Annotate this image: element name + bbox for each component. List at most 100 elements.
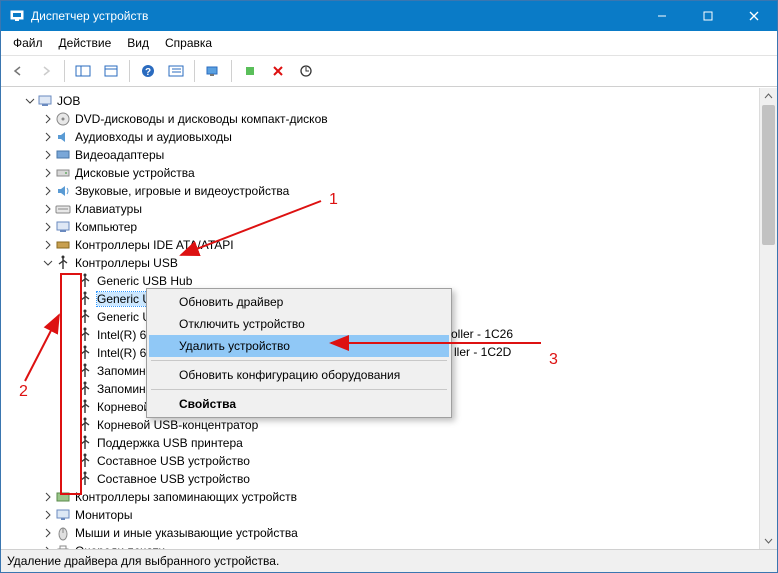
tree-item-usb-device[interactable]: Корневой USB-концентратор (1, 416, 759, 434)
properties-button[interactable] (98, 58, 124, 84)
collapse-icon[interactable] (41, 258, 55, 268)
expand-icon[interactable] (41, 546, 55, 549)
expand-icon[interactable] (41, 240, 55, 250)
tree-category-ide[interactable]: Контроллеры IDE ATA/ATAPI (1, 236, 759, 254)
scroll-thumb[interactable] (762, 105, 775, 245)
tree-root[interactable]: JOB (1, 92, 759, 110)
tree-category-video[interactable]: Видеоадаптеры (1, 146, 759, 164)
scroll-down-button[interactable] (760, 532, 777, 549)
expand-icon[interactable] (41, 168, 55, 178)
expand-icon[interactable] (41, 492, 55, 502)
expand-icon[interactable] (41, 528, 55, 538)
collapse-icon[interactable] (23, 96, 37, 106)
tree-category-usb[interactable]: Контроллеры USB (1, 254, 759, 272)
disk-drive-icon (55, 165, 71, 181)
usb-device-icon (77, 453, 93, 469)
close-button[interactable] (731, 1, 777, 31)
context-properties-label: Свойства (179, 397, 236, 411)
context-separator (151, 389, 447, 390)
display-adapter-icon (55, 147, 71, 163)
usb-device-icon (77, 327, 93, 343)
tree-category-keyboard[interactable]: Клавиатуры (1, 200, 759, 218)
usb-icon (55, 255, 71, 271)
tree-category-computer[interactable]: Компьютер (1, 218, 759, 236)
tree-category-mouse[interactable]: Мыши и иные указывающие устройства (1, 524, 759, 542)
keyboard-icon (55, 201, 71, 217)
scan-hardware-button[interactable] (200, 58, 226, 84)
sound-icon (55, 183, 71, 199)
tree-label: Видеоадаптеры (75, 148, 164, 162)
update-driver-button[interactable] (293, 58, 319, 84)
expand-icon[interactable] (41, 222, 55, 232)
tree-label: JOB (57, 94, 80, 108)
tree-label: Мыши и иные указывающие устройства (75, 526, 298, 540)
tree-category-storage[interactable]: Контроллеры запоминающих устройств (1, 488, 759, 506)
toolbar-separator (64, 60, 65, 82)
expand-icon[interactable] (41, 204, 55, 214)
ide-controller-icon (55, 237, 71, 253)
context-scan-hardware[interactable]: Обновить конфигурацию оборудования (149, 364, 449, 386)
tree-label: Звуковые, игровые и видеоустройства (75, 184, 289, 198)
tree-label: Компьютер (75, 220, 137, 234)
menu-view[interactable]: Вид (119, 34, 157, 52)
details-button[interactable] (163, 58, 189, 84)
tree-category-dvd[interactable]: DVD-дисководы и дисководы компакт-дисков (1, 110, 759, 128)
usb-device-icon (77, 363, 93, 379)
scroll-track[interactable] (760, 105, 777, 532)
usb-device-icon (77, 471, 93, 487)
expand-icon[interactable] (41, 150, 55, 160)
expand-icon[interactable] (41, 114, 55, 124)
tree-label: Generic USB Hub (97, 274, 192, 288)
help-button[interactable]: ? (135, 58, 161, 84)
tree-label: Контроллеры USB (75, 256, 178, 270)
usb-device-icon (77, 417, 93, 433)
tree-category-disk[interactable]: Дисковые устройства (1, 164, 759, 182)
context-separator (151, 360, 447, 361)
expand-icon[interactable] (41, 510, 55, 520)
expand-icon[interactable] (41, 186, 55, 196)
expand-icon[interactable] (41, 132, 55, 142)
context-update-driver[interactable]: Обновить драйвер (149, 291, 449, 313)
printer-icon (55, 543, 71, 549)
menu-action[interactable]: Действие (51, 34, 120, 52)
tree-category-monitor[interactable]: Мониторы (1, 506, 759, 524)
vertical-scrollbar[interactable] (759, 88, 777, 549)
usb-device-icon (77, 381, 93, 397)
tree-label: Аудиовходы и аудиовыходы (75, 130, 232, 144)
tree-category-audio[interactable]: Аудиовходы и аудиовыходы (1, 128, 759, 146)
usb-device-icon (77, 345, 93, 361)
toolbar-separator (129, 60, 130, 82)
context-disable-device[interactable]: Отключить устройство (149, 313, 449, 335)
back-button[interactable] (5, 58, 31, 84)
disc-icon (55, 111, 71, 127)
enable-button[interactable] (237, 58, 263, 84)
window-title: Диспетчер устройств (31, 9, 639, 23)
usb-device-icon (77, 273, 93, 289)
forward-button[interactable] (33, 58, 59, 84)
tree-item-usb-device[interactable]: Составное USB устройство (1, 452, 759, 470)
tree-label: Составное USB устройство (97, 454, 250, 468)
tree-label: Контроллеры запоминающих устройств (75, 490, 297, 504)
scroll-up-button[interactable] (760, 88, 777, 105)
tree-label: DVD-дисководы и дисководы компакт-дисков (75, 112, 328, 126)
tree-category-sound[interactable]: Звуковые, игровые и видеоустройства (1, 182, 759, 200)
context-properties[interactable]: Свойства (149, 393, 449, 415)
title-bar: Диспетчер устройств (1, 1, 777, 31)
uninstall-button[interactable] (265, 58, 291, 84)
minimize-button[interactable] (639, 1, 685, 31)
menu-help[interactable]: Справка (157, 34, 220, 52)
tree-item-usb-device[interactable]: Поддержка USB принтера (1, 434, 759, 452)
usb-device-icon (77, 399, 93, 415)
maximize-button[interactable] (685, 1, 731, 31)
device-tree[interactable]: JOB DVD-дисководы и дисководы компакт-ди… (1, 88, 759, 549)
context-uninstall-device[interactable]: Удалить устройство (149, 335, 449, 357)
menu-file[interactable]: Файл (5, 34, 51, 52)
tree-category-print-queues[interactable]: Очереди печати (1, 542, 759, 549)
storage-controller-icon (55, 489, 71, 505)
tree-item-usb-device[interactable]: Составное USB устройство (1, 470, 759, 488)
status-bar: Удаление драйвера для выбранного устройс… (1, 549, 777, 572)
usb-device-icon (77, 309, 93, 325)
usb-device-icon (77, 291, 93, 307)
audio-icon (55, 129, 71, 145)
show-hide-tree-button[interactable] (70, 58, 96, 84)
